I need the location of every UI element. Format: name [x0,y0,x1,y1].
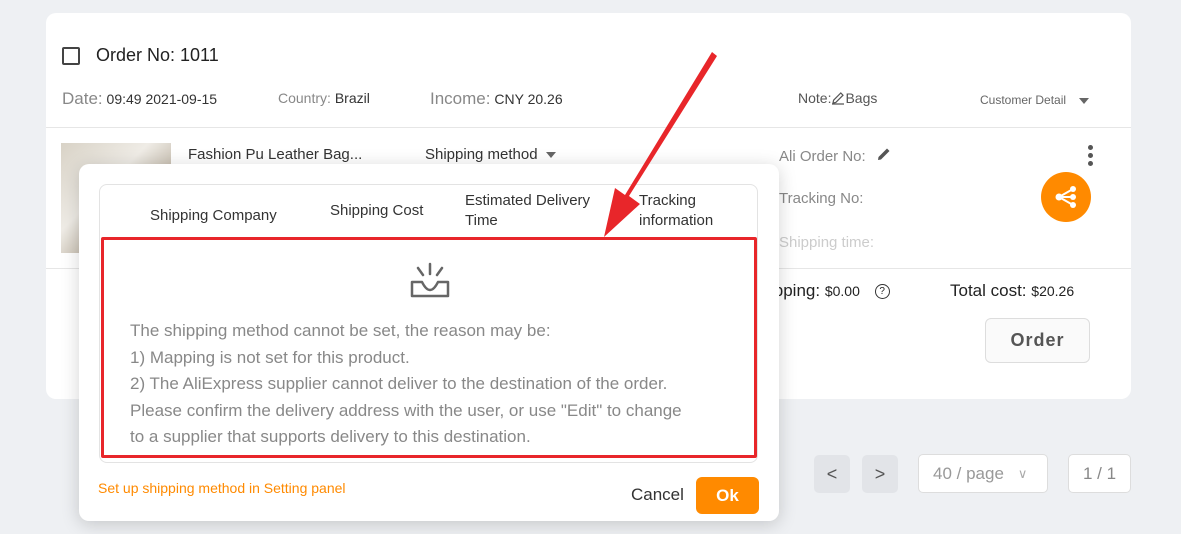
per-page-select[interactable]: 40 / page ∨ [918,454,1048,493]
shipping-cost: ipping: $0.00 ? [770,281,890,301]
order-number: Order No: 1011 [96,45,219,65]
chevron-left-icon[interactable]: < [814,455,850,493]
tracking-no-field: Tracking No: [779,190,864,207]
column-header-tracking-information: Tracking information [639,192,714,229]
share-icon [1055,186,1076,208]
product-title[interactable]: Fashion Pu Leather Bag... [188,146,362,163]
setup-shipping-link[interactable]: Set up shipping method in Setting panel [98,480,346,496]
divider [46,127,1131,128]
order-checkbox[interactable] [62,47,80,65]
empty-inbox-icon [410,262,450,298]
chevron-down-icon [545,152,556,159]
shipping-method-select[interactable]: Shipping method [425,146,556,163]
page-indicator[interactable]: 1 / 1 [1068,454,1131,493]
chevron-down-icon: ∨ [1017,465,1028,481]
order-date: Date: 09:49 2021-09-15 [62,89,218,108]
customer-detail-toggle[interactable]: Customer Detail [980,93,1090,107]
empty-state-highlight: The shipping method cannot be set, the r… [101,237,757,458]
ali-order-field: Ali Order No: [779,146,892,165]
pencil-icon[interactable] [876,146,892,162]
edit-icon [832,92,845,105]
total-cost: Total cost: $20.26 [950,281,1075,300]
order-country: Country: Brazil [278,90,370,106]
column-header-delivery-time: Estimated Delivery Time [465,192,591,229]
column-header-shipping-company: Shipping Company [150,207,277,224]
help-circle-icon[interactable]: ? [874,284,890,300]
share-button[interactable] [1041,172,1091,222]
shipping-method-popup: Shipping Company Shipping Cost Estimated… [79,164,779,521]
more-vertical-icon[interactable] [1088,145,1094,169]
empty-state-message: The shipping method cannot be set, the r… [130,321,682,446]
order-income: Income: CNY 20.26 [430,89,563,108]
order-button[interactable]: Order [985,318,1090,363]
shipping-time-field: Shipping time: [779,234,875,251]
chevron-down-icon [1079,97,1090,104]
ok-button[interactable]: Ok [696,477,759,514]
chevron-right-icon[interactable]: > [862,455,898,493]
cancel-button[interactable]: Cancel [631,485,684,505]
order-note[interactable]: Note: Bags [798,90,877,106]
column-header-shipping-cost: Shipping Cost [330,202,424,219]
